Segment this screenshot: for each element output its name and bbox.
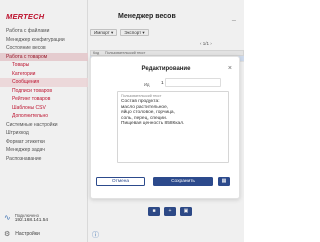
id-value: 1 — [161, 81, 164, 86]
close-icon[interactable]: × — [228, 65, 232, 72]
save-button[interactable]: Сохранить — [153, 177, 213, 186]
keyboard-icon: ▦ — [221, 178, 227, 184]
custom-text-field[interactable]: Пользовательский текст Состав продукта: … — [117, 91, 229, 163]
id-label: Ид — [144, 82, 150, 87]
cancel-button[interactable]: Отмена — [96, 177, 145, 186]
keyboard-button[interactable]: ▦ — [218, 177, 230, 186]
id-field — [165, 78, 221, 87]
dialog-title: Редактирование — [141, 66, 191, 72]
edit-dialog: Редактирование × Ид 1 Пользовательский т… — [90, 56, 240, 199]
text-line: Пищевая ценность 858Ккал. — [121, 121, 185, 127]
